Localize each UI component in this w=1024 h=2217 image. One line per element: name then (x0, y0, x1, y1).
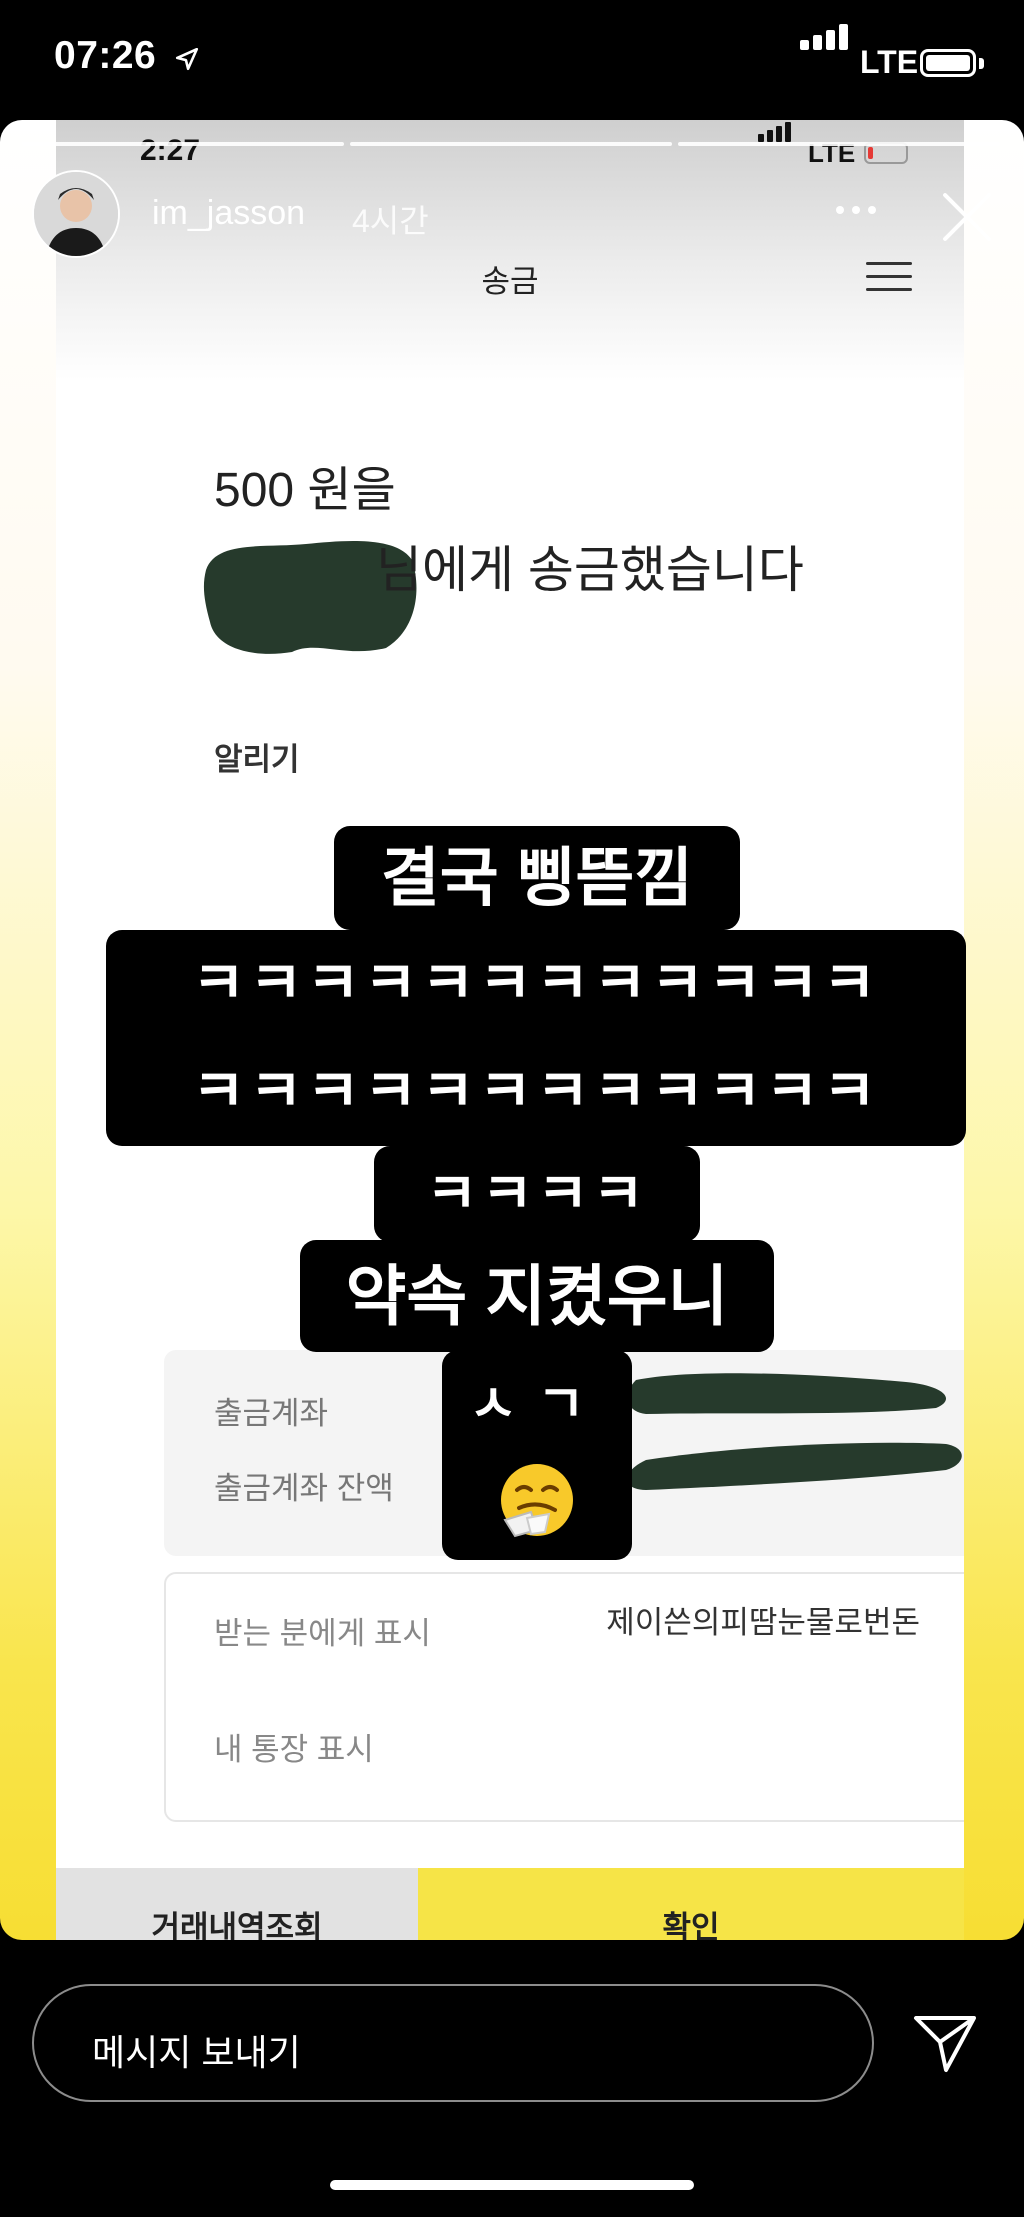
amount-text: 500 원을 (214, 464, 396, 517)
overlay-text-laugh: ㅋㅋㅋㅋㅋㅋㅋㅋㅋㅋㅋㅋ ㅋㅋㅋㅋㅋㅋㅋㅋㅋㅋㅋㅋ (106, 930, 966, 1146)
overlay-text-1: 결국 삥뜯낌 (334, 826, 740, 930)
hamburger-menu-icon (866, 260, 912, 294)
story-card[interactable]: 2:27 LTE 송금 500 원을 님에게 송금했습니다 알리기 출금계좌 출… (0, 120, 1024, 1940)
avatar-image (34, 172, 118, 256)
story-username[interactable]: im_jasson (152, 194, 305, 233)
overlay-text-5: 약속 지켰우니 (300, 1240, 774, 1352)
story-progress-3 (678, 142, 1000, 146)
battery-icon (920, 49, 976, 77)
status-time: 07:26 (54, 34, 157, 77)
transfer-message: 님에게 송금했습니다 (376, 542, 804, 598)
sneezing-face-icon (501, 1464, 573, 1538)
overlay-text-3: ㅋㅋㅋㅋㅋㅋㅋㅋㅋㅋㅋㅋ (191, 1059, 881, 1124)
message-placeholder: 메시지 보내기 (92, 2032, 301, 2073)
recipient-display-label: 받는 분에게 표시 (214, 1616, 431, 1651)
home-indicator[interactable] (330, 2180, 694, 2190)
history-button: 거래내역조회 (56, 1868, 418, 1940)
close-icon[interactable] (940, 190, 994, 244)
withdraw-balance-label: 출금계좌 잔액 (214, 1471, 394, 1506)
screen-title: 송금 (481, 264, 539, 299)
story-time-ago: 4시간 (352, 203, 429, 239)
overlay-text-6: ㅅㄱ (469, 1376, 605, 1434)
recipient-display-value: 제이쓴의피땀눈물로번돈 (606, 1605, 920, 1640)
history-button-label: 거래내역조회 (151, 1910, 323, 1940)
avatar[interactable] (32, 170, 120, 258)
my-account-display-label: 내 통장 표시 (214, 1732, 374, 1767)
story-progress-1 (22, 142, 344, 146)
overlay-text-4: ㅋㅋㅋㅋ (374, 1146, 700, 1242)
account-redaction (627, 1373, 962, 1490)
paper-plane-icon[interactable] (912, 2012, 978, 2074)
overlay-text-2: ㅋㅋㅋㅋㅋㅋㅋㅋㅋㅋㅋㅋ (191, 951, 881, 1016)
notify-label: 알리기 (214, 742, 300, 777)
confirm-button-label: 확인 (662, 1910, 720, 1940)
battery-tip (979, 58, 984, 69)
location-arrow-icon (175, 47, 199, 71)
story-progress-2 (350, 142, 672, 146)
overlay-sticker-bottom: ㅅㄱ (442, 1350, 632, 1560)
network-label: LTE (860, 44, 919, 80)
inner-status-time: 2:27 (140, 134, 201, 167)
confirm-button: 확인 (418, 1868, 964, 1940)
withdraw-account-label: 출금계좌 (214, 1396, 329, 1431)
message-input[interactable]: 메시지 보내기 (32, 1984, 874, 2102)
